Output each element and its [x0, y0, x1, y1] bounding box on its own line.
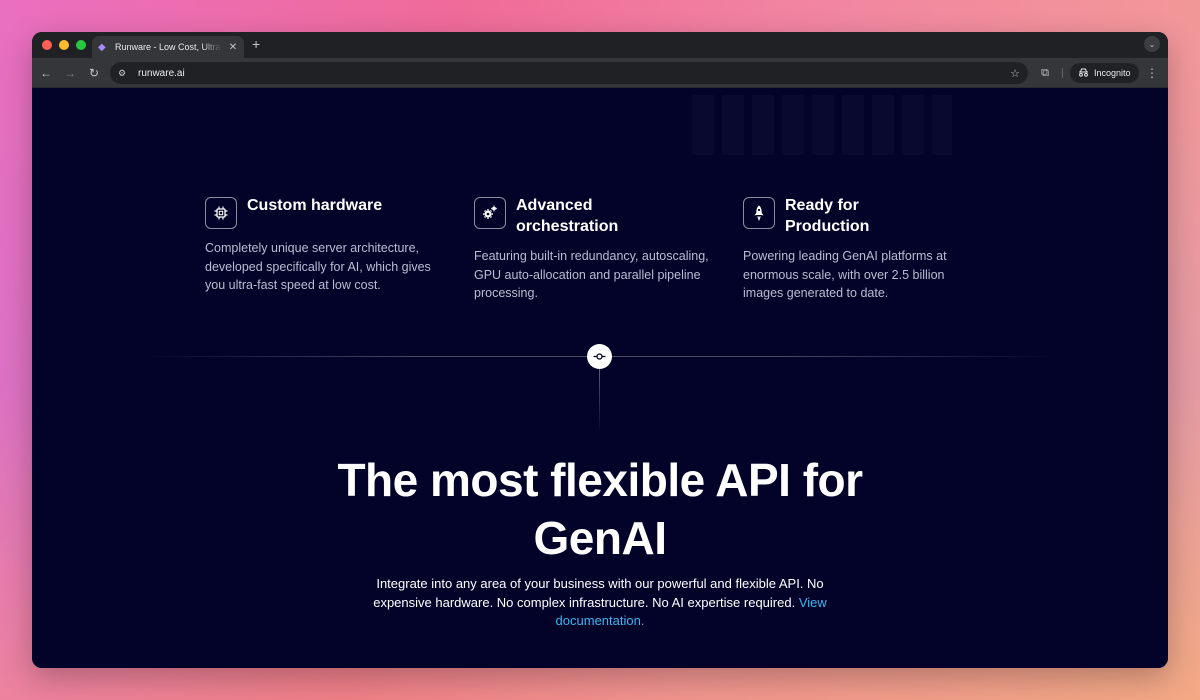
active-tab[interactable]: ◆ Runware - Low Cost, Ultra-Fast ✕ [92, 36, 244, 58]
feature-title: Advanced orchestration [516, 197, 619, 235]
minimize-window-button[interactable] [59, 40, 69, 50]
feature-description: Powering leading GenAI platforms at enor… [743, 249, 947, 300]
tab-title: Runware - Low Cost, Ultra-Fast [115, 42, 222, 52]
close-tab-icon[interactable]: ✕ [228, 42, 238, 53]
feature-advanced-orchestration: Advanced orchestration Featuring built-i… [474, 195, 724, 303]
browser-window: ◆ Runware - Low Cost, Ultra-Fast ✕ + ⌄ ←… [32, 32, 1168, 668]
close-window-button[interactable] [42, 40, 52, 50]
toolbar-divider [1062, 68, 1063, 78]
rocket-icon [743, 197, 775, 229]
feature-ready-for-production: Ready for Production Powering leading Ge… [743, 195, 993, 303]
new-tab-icon[interactable]: + [252, 37, 260, 51]
tab-bar: ◆ Runware - Low Cost, Ultra-Fast ✕ + ⌄ [32, 32, 1168, 58]
gears-icon [474, 197, 506, 229]
site-settings-icon[interactable]: ⚙ [118, 68, 130, 79]
address-toolbar: ← → ↻ ⚙ runware.ai ☆ ⧉ Incognito ⋮ [32, 58, 1168, 88]
forward-arrow-icon[interactable]: → [62, 65, 78, 81]
feature-title: Ready for Production [785, 197, 870, 235]
url-text[interactable]: runware.ai [138, 68, 1002, 79]
tab-search-chevron-down-icon[interactable]: ⌄ [1144, 36, 1160, 52]
feature-description: Featuring built-in redundancy, autoscali… [474, 249, 709, 300]
browser-menu-kebab-icon[interactable]: ⋮ [1146, 66, 1158, 80]
incognito-label: Incognito [1094, 68, 1131, 78]
window-controls [42, 40, 86, 50]
hero-headline: The most flexible API for GenAI [337, 454, 863, 564]
incognito-icon [1078, 68, 1089, 79]
feature-description: Completely unique server architecture, d… [205, 241, 431, 292]
maximize-window-button[interactable] [76, 40, 86, 50]
timeline-vertical-line [599, 369, 600, 435]
hero-subtitle: Integrate into any area of your business… [350, 575, 850, 631]
background-ghost-image [692, 95, 952, 155]
back-arrow-icon[interactable]: ← [38, 65, 54, 81]
incognito-badge[interactable]: Incognito [1070, 63, 1139, 83]
feature-title: Custom hardware [247, 197, 383, 214]
bookmark-star-icon[interactable]: ☆ [1010, 67, 1020, 80]
reload-icon[interactable]: ↻ [86, 65, 102, 81]
runware-favicon-icon: ◆ [98, 41, 106, 53]
feature-custom-hardware: Custom hardware Completely unique server… [205, 195, 455, 295]
page-content: Custom hardware Completely unique server… [32, 89, 1168, 668]
hero-subtitle-text: Integrate into any area of your business… [373, 576, 824, 610]
extensions-puzzle-icon[interactable]: ⧉ [1038, 66, 1052, 80]
features-row: Custom hardware Completely unique server… [205, 195, 1005, 315]
address-bar[interactable]: ⚙ runware.ai ☆ [110, 62, 1028, 84]
chip-icon [205, 197, 237, 229]
git-commit-icon [587, 344, 612, 369]
